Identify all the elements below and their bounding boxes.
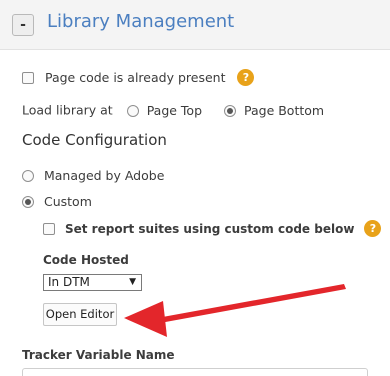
red-arrow-annotation xyxy=(124,284,346,337)
